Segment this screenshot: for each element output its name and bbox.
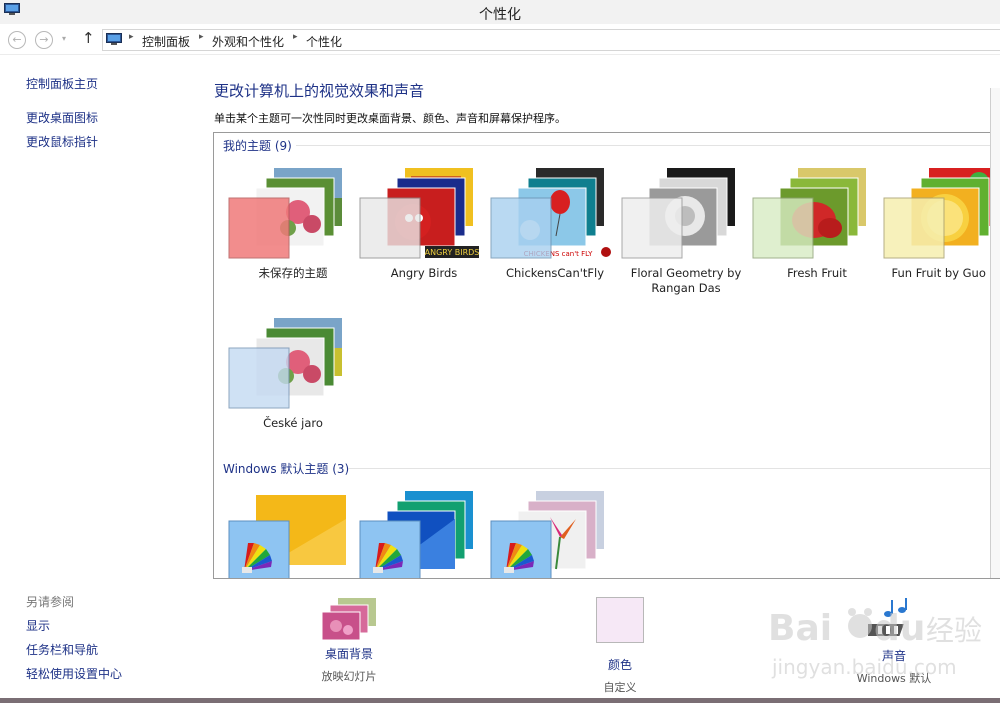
desktop-background-value: 放映幻灯片 bbox=[321, 670, 377, 683]
group-divider bbox=[348, 468, 1000, 469]
address-bar[interactable]: ▸ 控制面板 ▸ 外观和个性化 ▸ 个性化 bbox=[102, 29, 1000, 51]
sidebar-link-display[interactable]: 显示 bbox=[26, 617, 50, 634]
svg-text:ANGRY BIRDS: ANGRY BIRDS bbox=[425, 248, 480, 257]
floral-geometry-theme-icon bbox=[621, 168, 735, 259]
color-icon bbox=[596, 597, 644, 643]
theme-label: Floral Geometry by Rangan Das bbox=[630, 266, 742, 295]
page-subtitle: 单击某个主题可一次性同时更改桌面背景、颜色、声音和屏幕保护程序。 bbox=[214, 112, 566, 125]
svg-text:经验: 经验 bbox=[926, 614, 982, 647]
breadcrumb-separator[interactable]: ▸ bbox=[199, 32, 204, 42]
page-title: 更改计算机上的视觉效果和声音 bbox=[214, 82, 425, 100]
my-themes-group-label: 我的主题 (9) bbox=[223, 139, 292, 153]
control-panel-icon bbox=[106, 33, 122, 45]
title-bar: 个性化 bbox=[0, 0, 1000, 24]
unsaved-theme-icon bbox=[228, 168, 342, 259]
back-button[interactable]: ← bbox=[8, 31, 26, 49]
desktop-background-setting[interactable]: 桌面背景 放映幻灯片 bbox=[302, 596, 396, 684]
up-button[interactable]: ↑ bbox=[82, 29, 95, 47]
fun-fruit-theme-icon bbox=[883, 168, 997, 259]
breadcrumb-separator[interactable]: ▸ bbox=[293, 32, 298, 42]
color-label: 颜色 bbox=[607, 658, 632, 672]
group-divider bbox=[296, 145, 1000, 146]
breadcrumb-appearance[interactable]: 外观和个性化 bbox=[212, 33, 284, 50]
svg-text:Bai: Bai bbox=[768, 608, 832, 649]
window-title: 个性化 bbox=[479, 7, 521, 23]
sidebar-link-ease-of-access[interactable]: 轻松使用设置中心 bbox=[26, 665, 122, 682]
theme-label: ChickensCan'tFly bbox=[505, 266, 605, 280]
breadcrumb-personalization[interactable]: 个性化 bbox=[306, 33, 342, 50]
desktop-background-label: 桌面背景 bbox=[324, 647, 373, 661]
breadcrumb-separator[interactable]: ▸ bbox=[129, 32, 134, 42]
sidebar-link-taskbar[interactable]: 任务栏和导航 bbox=[26, 641, 98, 658]
sidebar-link-control-panel-home[interactable]: 控制面板主页 bbox=[26, 75, 98, 92]
theme-label: České jaro bbox=[263, 416, 323, 430]
default-themes-group-label: Windows 默认主题 (3) bbox=[223, 462, 350, 476]
baidu-watermark-logo: Bai du 经验 jingyan.baidu.com bbox=[768, 608, 982, 679]
color-fan-icon bbox=[504, 543, 534, 573]
forward-button[interactable]: → bbox=[35, 31, 53, 49]
navigation-bar: ← → ▾ ↑ ▸ 控制面板 ▸ 外观和个性化 ▸ 个性化 bbox=[0, 24, 1000, 55]
color-value: 自定义 bbox=[603, 681, 637, 694]
see-also-heading: 另请参阅 bbox=[26, 595, 75, 609]
theme-label: Angry Birds bbox=[390, 266, 458, 280]
sidebar-link-mouse-pointers[interactable]: 更改鼠标指针 bbox=[26, 133, 98, 150]
ceske-jaro-theme-icon bbox=[228, 318, 342, 409]
color-setting[interactable]: 颜色 自定义 bbox=[580, 596, 660, 695]
desktop-background-icon bbox=[321, 598, 376, 641]
sidebar-link-desktop-icons[interactable]: 更改桌面图标 bbox=[26, 109, 98, 126]
angry-birds-theme-icon: ANGRY BIRDS bbox=[359, 168, 480, 259]
themes-list: 我的主题 (9) 未保存的主题 ANGRY BIRDS Angry Birds bbox=[213, 132, 1000, 579]
chickens-theme-icon: CHICKENS can't FLY bbox=[490, 168, 611, 259]
recent-locations-dropdown[interactable]: ▾ bbox=[62, 34, 66, 43]
svg-text:jingyan.baidu.com: jingyan.baidu.com bbox=[771, 655, 957, 679]
svg-text:du: du bbox=[874, 608, 925, 649]
fresh-fruit-theme-icon bbox=[752, 168, 866, 259]
taskbar-edge bbox=[0, 698, 1000, 703]
breadcrumb-control-panel[interactable]: 控制面板 bbox=[142, 33, 190, 50]
scrollbar[interactable] bbox=[990, 88, 1000, 578]
theme-label: 未保存的主题 bbox=[258, 266, 328, 280]
color-fan-icon bbox=[373, 543, 403, 573]
color-fan-icon bbox=[242, 543, 272, 573]
theme-label: Fun Fruit by Guo Bo bbox=[891, 266, 1000, 280]
theme-label: Fresh Fruit bbox=[787, 266, 847, 280]
